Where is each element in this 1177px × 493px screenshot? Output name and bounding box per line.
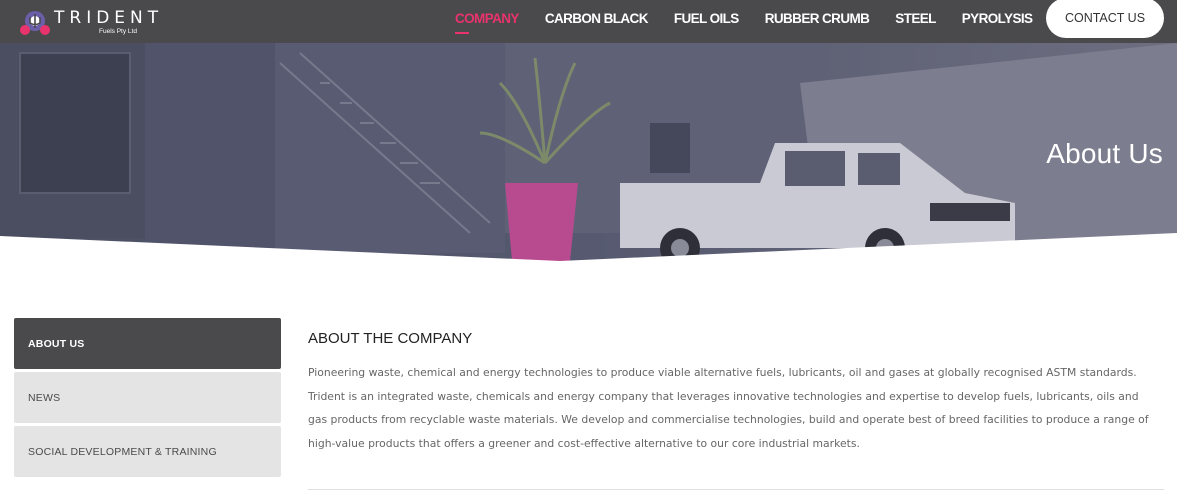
sidebar-nav: ABOUT US NEWS SOCIAL DEVELOPMENT & TRAIN…: [14, 318, 281, 480]
contact-us-button[interactable]: CONTACT US: [1046, 0, 1164, 38]
content-divider: [308, 489, 1164, 490]
nav-item-fuel-oils[interactable]: FUEL OILS: [674, 11, 739, 26]
hero-background-image: [0, 43, 1177, 261]
page-title: About Us: [1046, 138, 1163, 169]
paragraph-line: high-value products that offers a greene…: [308, 436, 860, 450]
nav-item-carbon-black[interactable]: CARBON BLACK: [545, 11, 649, 26]
paragraph-line: Trident is an integrated waste, chemical…: [308, 389, 1139, 403]
sidebar-item-about-us[interactable]: ABOUT US: [14, 318, 281, 369]
main-nav: COMPANY CARBON BLACK FUEL OILS RUBBER CR…: [455, 0, 1058, 36]
hero-banner: About Us: [0, 43, 1177, 261]
paragraph-line: Pioneering waste, chemical and energy te…: [308, 366, 1137, 379]
brand-name: TRIDENT: [54, 8, 164, 28]
about-paragraph: Pioneering waste, chemical and energy te…: [308, 361, 1164, 455]
brand-logo[interactable]: TRIDENT Fuels Pty Ltd: [18, 4, 158, 38]
nav-item-rubber-crumb[interactable]: RUBBER CRUMB: [765, 11, 870, 26]
site-header: TRIDENT Fuels Pty Ltd COMPANY CARBON BLA…: [0, 0, 1177, 43]
main-content: ABOUT THE COMPANY Pioneering waste, chem…: [308, 330, 1164, 455]
section-heading: ABOUT THE COMPANY: [308, 330, 473, 347]
trident-logo-icon: [20, 11, 50, 35]
sidebar-item-news[interactable]: NEWS: [14, 372, 281, 423]
nav-item-pyrolysis[interactable]: PYROLYSIS: [962, 11, 1033, 26]
brand-subtitle: Fuels Pty Ltd: [99, 28, 137, 35]
sidebar-item-social-development[interactable]: SOCIAL DEVELOPMENT & TRAINING: [14, 426, 281, 477]
paragraph-line: gas products from recyclable waste mater…: [308, 413, 1149, 426]
nav-item-company[interactable]: COMPANY: [455, 11, 519, 34]
nav-item-steel[interactable]: STEEL: [895, 11, 936, 26]
